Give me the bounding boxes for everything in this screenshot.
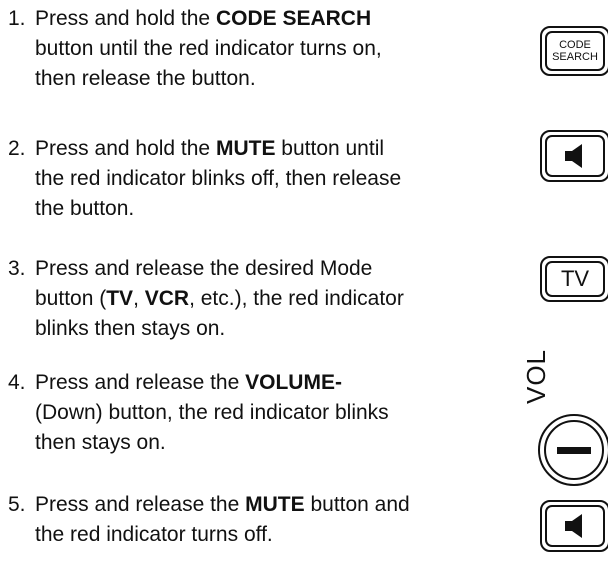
- step-text: the red indicator blinks off, then relea…: [35, 167, 402, 190]
- step-5: 5. Press and release the MUTE button and t…: [8, 490, 508, 550]
- step-text: then stays on.: [35, 431, 166, 454]
- step-line: 5. Press and release the MUTE button and: [8, 490, 508, 520]
- step-text: VOLUME-: [245, 371, 342, 394]
- step-4: 4. Press and release the VOLUME- (Down) bu…: [8, 368, 508, 458]
- step-text: button and: [304, 493, 410, 516]
- step-text: Press and hold the: [35, 7, 216, 30]
- step-line: 1. Press and hold the CODE SEARCH: [8, 4, 508, 34]
- step-number: 2.: [8, 137, 26, 160]
- step-line: (Down) button, the red indicator blinks: [8, 398, 508, 428]
- step-3: 3. Press and release the desired Mode butt…: [8, 254, 508, 344]
- step-text: Press and release the desired Mode: [35, 257, 373, 280]
- tv-button: TV: [540, 256, 608, 302]
- step-line: the button.: [8, 194, 508, 224]
- tv-label: TV: [560, 266, 590, 291]
- step-line: the red indicator turns off.: [8, 520, 508, 550]
- step-line: the red indicator blinks off, then relea…: [8, 164, 508, 194]
- step-line: button until the red indicator turns on,: [8, 34, 508, 64]
- mute-button-2: [540, 500, 608, 552]
- step-text: MUTE: [215, 137, 276, 160]
- step-line: then stays on.: [8, 428, 508, 458]
- code-search-label: CODE SEARCH: [552, 39, 598, 63]
- step-line: button (TV, VCR, etc.), the red indicato…: [8, 284, 508, 314]
- step-text: the red indicator turns off.: [35, 523, 273, 546]
- step-number: 1.: [8, 7, 26, 30]
- step-text: , etc.), the red indicator: [189, 287, 404, 310]
- step-text: Press and hold the: [35, 137, 216, 160]
- step-text: Press and release the: [35, 371, 246, 394]
- step-text: (Down) button, the red indicator blinks: [35, 401, 389, 424]
- step-text: CODE SEARCH: [215, 7, 372, 30]
- step-line: 4. Press and release the VOLUME-: [8, 368, 508, 398]
- step-text: button (: [35, 287, 107, 310]
- step-number: 4.: [8, 371, 26, 394]
- step-2: 2. Press and hold the MUTE button until th…: [8, 134, 508, 224]
- minus-icon: [557, 446, 591, 454]
- speaker-mute-icon: [565, 514, 582, 538]
- speaker-mute-icon: [565, 144, 582, 168]
- step-number: 3.: [8, 257, 26, 280]
- volume-down-button: [538, 414, 608, 486]
- step-line: 2. Press and hold the MUTE button until: [8, 134, 508, 164]
- step-text: TV: [106, 287, 134, 310]
- step-number: 5.: [8, 493, 26, 516]
- step-text: button until: [275, 137, 385, 160]
- step-text: button until the red indicator turns on,: [35, 37, 382, 60]
- step-text: then release the button.: [35, 67, 256, 90]
- step-text: MUTE: [245, 493, 305, 516]
- step-text: blinks then stays on.: [35, 317, 226, 340]
- vol-label: VOL: [521, 348, 552, 404]
- step-1: 1. Press and hold the CODE SEARCH button u…: [8, 4, 508, 94]
- step-text: the button.: [35, 197, 135, 220]
- step-text: VCR: [144, 287, 190, 310]
- step-text: Press and release the: [35, 493, 246, 516]
- step-line: 3. Press and release the desired Mode: [8, 254, 508, 284]
- step-line: blinks then stays on.: [8, 314, 508, 344]
- code-search-button: CODE SEARCH: [540, 26, 608, 76]
- step-text: ,: [133, 287, 145, 310]
- step-line: then release the button.: [8, 64, 508, 94]
- mute-button: [540, 130, 608, 182]
